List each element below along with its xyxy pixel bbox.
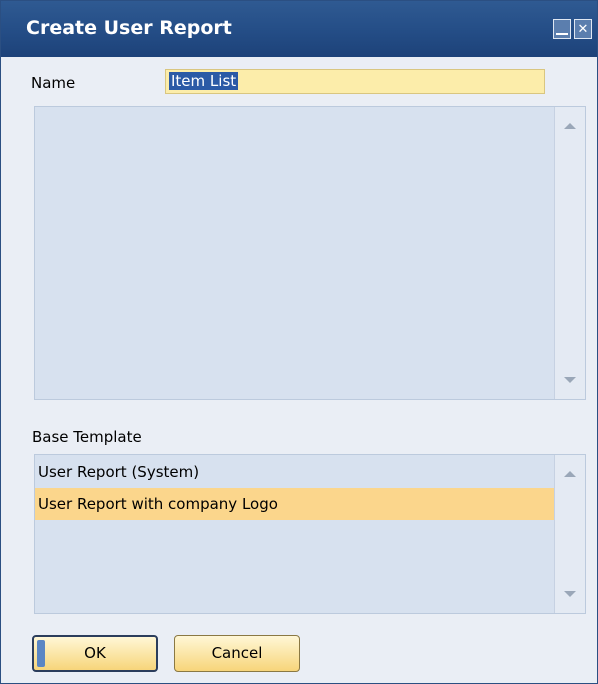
- description-area[interactable]: [34, 106, 586, 400]
- list-item-user-report-company-logo[interactable]: User Report with company Logo: [35, 488, 554, 520]
- cancel-button[interactable]: Cancel: [174, 635, 300, 672]
- ok-button-label: OK: [84, 644, 106, 662]
- title-bar[interactable]: Create User Report ✕: [1, 1, 597, 57]
- name-input[interactable]: Item List: [165, 69, 545, 94]
- dialog-title: Create User Report: [26, 17, 232, 39]
- scroll-down-icon[interactable]: [564, 591, 576, 597]
- scroll-up-icon[interactable]: [564, 123, 576, 129]
- base-template-scrollbar[interactable]: [554, 455, 585, 613]
- list-item-user-report-system[interactable]: User Report (System): [35, 456, 554, 488]
- base-template-list: User Report (System) User Report with co…: [34, 454, 586, 614]
- name-label: Name: [31, 74, 76, 92]
- description-scrollbar[interactable]: [554, 107, 585, 399]
- scroll-down-icon[interactable]: [564, 377, 576, 383]
- scroll-up-icon[interactable]: [564, 471, 576, 477]
- base-template-label: Base Template: [32, 428, 142, 446]
- ok-button[interactable]: OK: [32, 635, 158, 672]
- minimize-icon[interactable]: [553, 19, 571, 39]
- close-icon[interactable]: ✕: [574, 19, 592, 39]
- focus-indicator: [37, 640, 45, 667]
- cancel-button-label: Cancel: [211, 644, 263, 662]
- create-user-report-dialog: Create User Report ✕ Name Item List Base…: [0, 0, 598, 684]
- name-input-value: Item List: [169, 72, 239, 90]
